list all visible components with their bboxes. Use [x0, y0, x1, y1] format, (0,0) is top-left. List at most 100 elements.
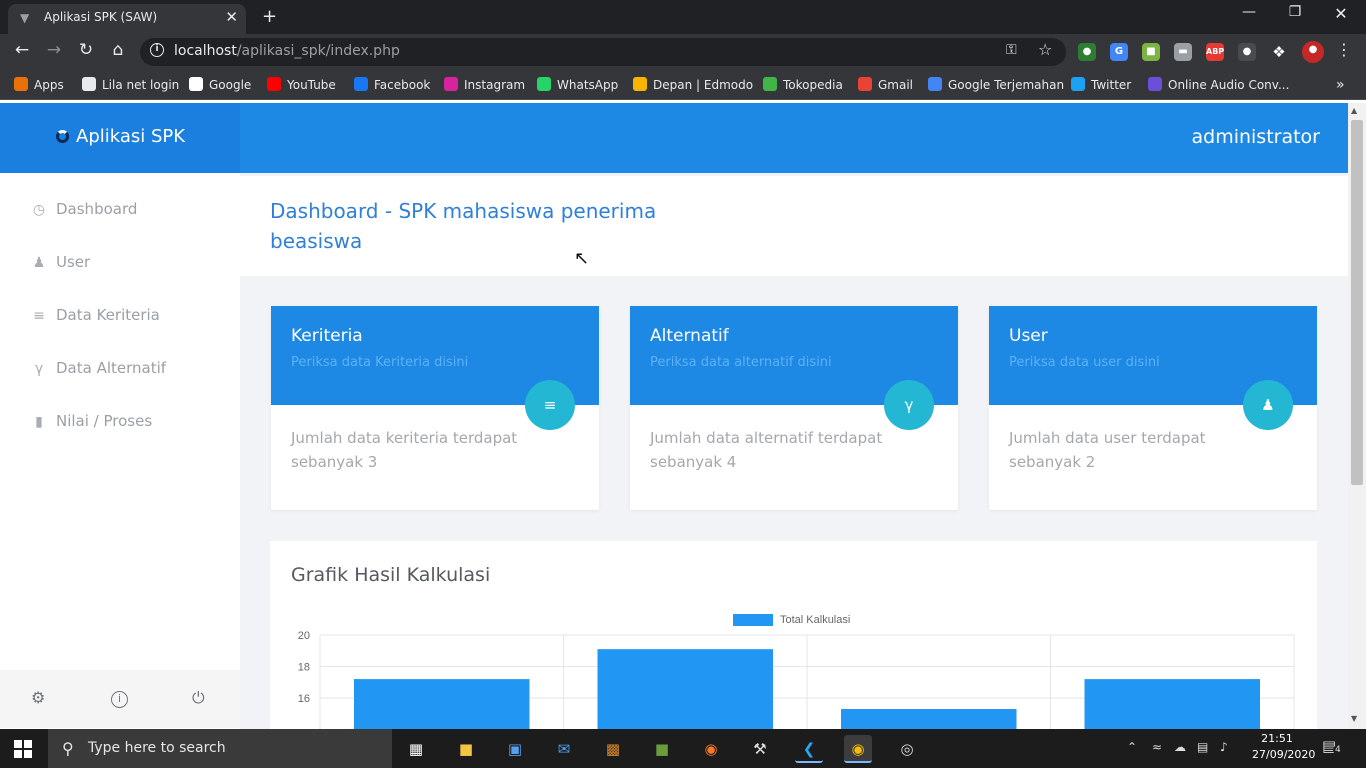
chrome-icon[interactable]: ◉	[844, 735, 872, 763]
extension-4-icon[interactable]: ▬	[1174, 43, 1192, 61]
reload-icon[interactable]: ↻	[74, 40, 98, 60]
sidebar-item-user[interactable]: ♟ User	[30, 250, 90, 274]
extension-translate-icon[interactable]: G	[1110, 43, 1128, 61]
obs-icon[interactable]: ◎	[893, 735, 921, 763]
tools-icon[interactable]: ⚒	[746, 735, 774, 763]
users-icon: ♟	[1243, 380, 1293, 430]
page-title: Dashboard - SPK mahasiswa penerima beasi…	[270, 199, 657, 253]
y-tick-label: 20	[298, 630, 310, 642]
y-tick-label: 16	[298, 693, 310, 705]
card-keriteria[interactable]: Keriteria Periksa data Keriteria disini …	[271, 306, 599, 510]
window-close-icon[interactable]: ✕	[1318, 4, 1364, 23]
file-explorer-icon[interactable]: ■	[452, 735, 480, 763]
google-icon	[189, 77, 203, 91]
power-icon[interactable]: ⏻	[192, 688, 205, 708]
fork-icon: γ	[884, 380, 934, 430]
key-icon[interactable]: ⚿	[1006, 42, 1017, 58]
site-info-icon[interactable]: i	[150, 43, 164, 57]
forward-icon[interactable]: →	[42, 40, 66, 60]
new-tab-icon[interactable]: +	[262, 6, 277, 27]
bookmark-lila-net-login[interactable]: Lila net login	[82, 76, 179, 94]
bookmark-whatsapp[interactable]: WhatsApp	[537, 76, 618, 94]
close-tab-icon[interactable]: ✕	[225, 4, 238, 30]
scroll-up-icon[interactable]: ▲	[1351, 106, 1357, 115]
bookmark-tokopedia[interactable]: Tokopedia	[763, 76, 843, 94]
bookmark-depan-edmodo[interactable]: Depan | Edmodo	[633, 76, 753, 94]
card-body-text: Jumlah data alternatif terdapat sebanyak…	[650, 429, 883, 471]
extensions-puzzle-icon[interactable]: ❖	[1270, 43, 1288, 61]
fork-icon: γ	[34, 361, 44, 377]
url-text: localhost/aplikasi_spk/index.php	[174, 43, 400, 59]
onedrive-icon[interactable]: ☁	[1174, 740, 1186, 754]
whatsapp-icon	[537, 77, 551, 91]
profile-avatar[interactable]: ●	[1302, 41, 1324, 63]
tray-chevron-icon[interactable]: ⌃	[1127, 740, 1137, 754]
store-icon[interactable]: ▣	[501, 735, 529, 763]
bar-chart: Total Kalkulasi 20 18 16	[298, 614, 1295, 729]
chart-bar	[841, 709, 1017, 729]
search-icon: ⚲	[62, 739, 74, 758]
card-user[interactable]: User Periksa data user disini ♟ Jumlah d…	[989, 306, 1317, 510]
extension-3-icon[interactable]: ■	[1142, 43, 1160, 61]
scrollbar-thumb[interactable]	[1351, 120, 1363, 485]
apps-grid-icon	[14, 77, 28, 91]
info-icon[interactable]: i	[111, 691, 128, 708]
bookmark-twitter[interactable]: Twitter	[1071, 76, 1131, 94]
restore-icon[interactable]: ❐	[1272, 4, 1318, 20]
address-bar[interactable]: i localhost/aplikasi_spk/index.php ⚿ ☆	[140, 38, 1066, 66]
bookmark-google-terjemahan[interactable]: Google Terjemahan	[928, 76, 1064, 94]
sidebar-item-dashboard[interactable]: ◷ Dashboard	[30, 197, 138, 221]
system-clock[interactable]: 21:51 27/09/2020	[1252, 731, 1315, 763]
card-body-text: Jumlah data keriteria terdapat sebanyak …	[291, 429, 518, 471]
legend-swatch	[733, 614, 773, 626]
minimize-icon[interactable]: —	[1226, 4, 1272, 20]
card-alternatif[interactable]: Alternatif Periksa data alternatif disin…	[630, 306, 958, 510]
gmail-icon	[858, 77, 872, 91]
windows-start-icon[interactable]	[14, 740, 32, 758]
vscode-icon[interactable]: ❮	[795, 735, 823, 763]
ime-icon[interactable]: ▤	[1197, 740, 1208, 754]
card-subtitle: Periksa data user disini	[1009, 355, 1160, 370]
playlist-check-icon: ≡	[525, 380, 575, 430]
sidebar-item-data-keriteria[interactable]: ≡ Data Keriteria	[30, 303, 160, 327]
sidebar-item-data-alternatif[interactable]: γ Data Alternatif	[30, 356, 166, 380]
user-name[interactable]: administrator	[1191, 126, 1320, 148]
bookmark-instagram[interactable]: Instagram	[444, 76, 525, 94]
card-subtitle: Periksa data alternatif disini	[650, 355, 832, 370]
bookmark-google[interactable]: Google	[189, 76, 251, 94]
task-view-icon[interactable]: ▦	[402, 735, 430, 763]
extension-1-icon[interactable]: ●	[1078, 43, 1096, 61]
bookmark-gmail[interactable]: Gmail	[858, 76, 913, 94]
chart-bar	[1084, 679, 1260, 729]
wifi-icon[interactable]: ≈	[1152, 740, 1162, 754]
bookmark-youtube[interactable]: YouTube	[267, 76, 336, 94]
app-book-icon[interactable]: ▩	[599, 735, 627, 763]
bookmark-star-icon[interactable]: ☆	[1038, 40, 1052, 59]
extension-6-icon[interactable]: ●	[1238, 43, 1256, 61]
scroll-down-icon[interactable]: ▼	[1351, 714, 1357, 723]
settings-icon[interactable]: ⚙	[31, 688, 45, 707]
sidebar-item-nilai-proses[interactable]: ▮ Nilai / Proses	[30, 409, 152, 433]
notification-center-icon[interactable]: ▤ 4	[1322, 737, 1343, 755]
browser-tab[interactable]: ▼ Aplikasi SPK (SAW) ✕	[8, 4, 246, 34]
menu-dots-icon[interactable]: ⋮	[1332, 40, 1356, 59]
home-icon[interactable]: ⌂	[106, 40, 130, 60]
taskbar-search[interactable]: ⚲ Type here to search	[48, 729, 392, 768]
dashboard-icon: ◷	[32, 202, 46, 218]
card-subtitle: Periksa data Keriteria disini	[291, 355, 469, 370]
blender-icon[interactable]: ◉	[697, 735, 725, 763]
volume-icon[interactable]: ♪	[1220, 740, 1228, 754]
bookmark-facebook[interactable]: Facebook	[354, 76, 430, 94]
minecraft-icon[interactable]: ■	[648, 735, 676, 763]
more-bookmarks-icon[interactable]: »	[1336, 76, 1345, 94]
back-icon[interactable]: ←	[10, 40, 34, 60]
bookmark-online-audio-conv[interactable]: Online Audio Conv...	[1148, 76, 1289, 94]
adblock-icon[interactable]: ABP	[1206, 43, 1224, 61]
mail-icon[interactable]: ✉	[550, 735, 578, 763]
instagram-icon	[444, 77, 458, 91]
bookmark-apps[interactable]: Apps	[14, 76, 64, 94]
tokopedia-icon	[763, 77, 777, 91]
app-brand[interactable]: Aplikasi SPK	[56, 126, 185, 147]
y-tick-label: 18	[298, 662, 310, 674]
edmodo-icon	[633, 77, 647, 91]
